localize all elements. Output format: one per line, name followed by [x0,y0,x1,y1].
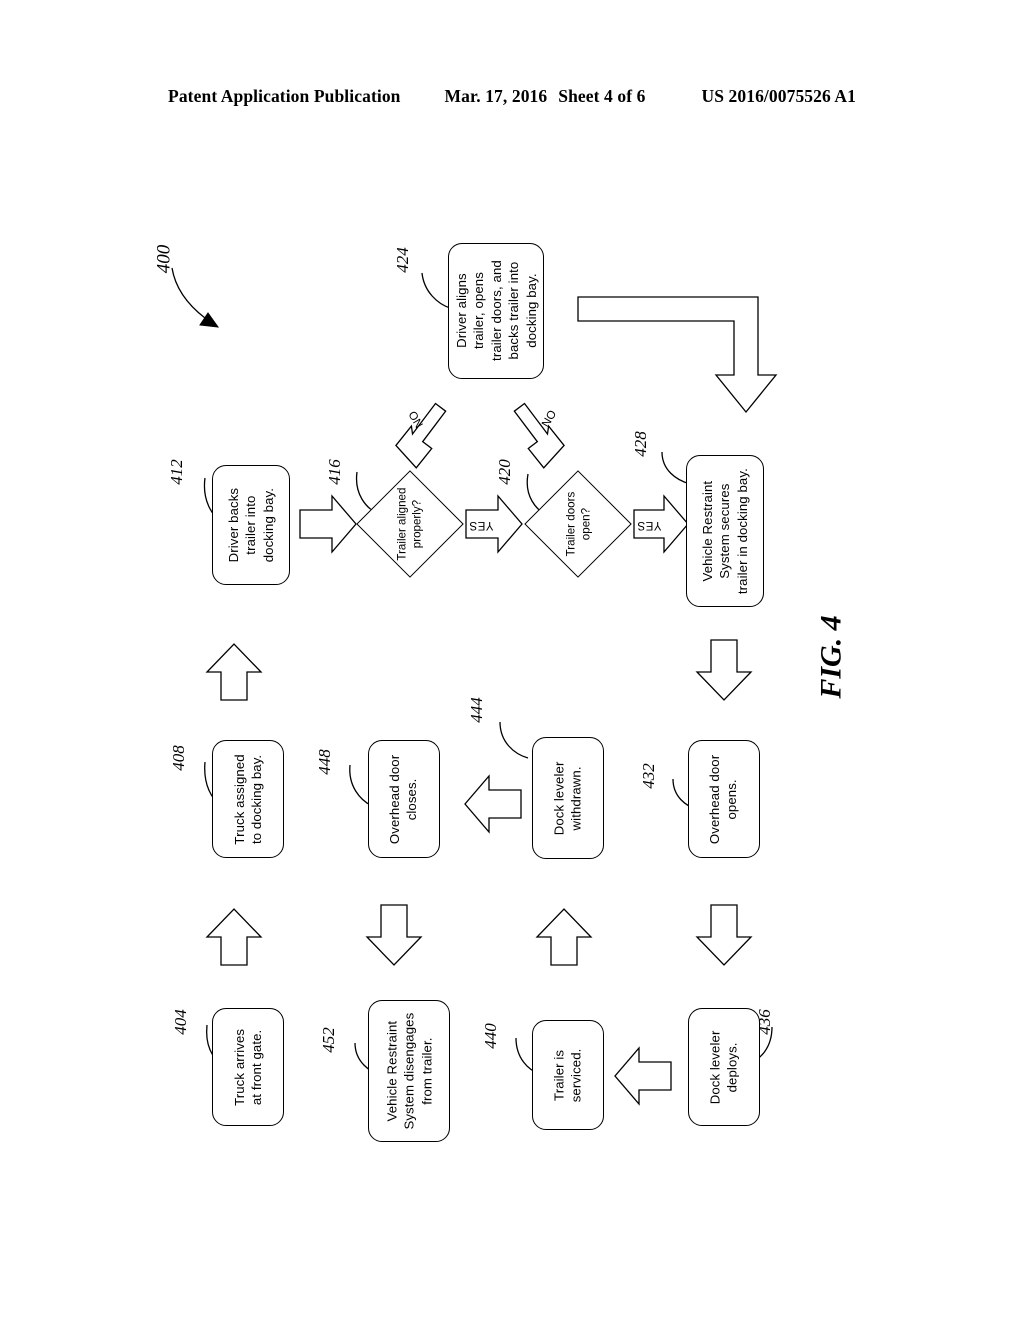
flowchart-connectors-layer [171,267,778,1106]
edge-label-no-2: NO [540,408,560,430]
process-node-440-label: Trailer is serviced. [551,1048,584,1102]
reference-number-436: 436 [754,1009,774,1035]
edge-label-yes-1: YES [469,519,494,531]
decision-node-420-label: Trailer doors open? [563,491,592,557]
process-node-404[interactable]: Truck arrives at front gate. [212,1008,284,1126]
arrow-no-420-to-424 [513,402,565,469]
leader-line-400 [171,267,206,319]
decision-node-420[interactable]: Trailer doors open? [524,470,632,578]
process-node-412-label: Driver backs trailer into docking bay. [225,487,276,563]
process-node-448-label: Overhead door closes. [387,754,420,844]
reference-number-432: 432 [638,763,658,789]
reference-number-428: 428 [630,431,650,457]
process-node-452[interactable]: Vehicle Restraint System disengages from… [368,1000,450,1142]
reference-number-452: 452 [318,1027,338,1053]
flowchart-diagram: Driver aligns trailer, opens trailer doo… [0,0,1024,1320]
arrow-404-to-408 [205,908,263,966]
reference-number-440: 440 [480,1023,500,1049]
decision-node-416[interactable]: Trailer aligned properly? [356,470,464,578]
arrow-436-to-440 [614,1046,672,1106]
arrow-432-to-436 [695,904,753,966]
process-node-444[interactable]: Dock leveler withdrawn. [532,737,604,859]
reference-number-424: 424 [392,247,412,273]
decision-node-416-label: Trailer aligned properly? [395,487,424,561]
reference-number-420: 420 [494,459,514,485]
process-node-408-label: Truck assigned to docking bay. [231,753,264,845]
process-node-444-label: Dock leveler withdrawn. [551,761,585,835]
reference-number-412: 412 [166,459,186,485]
leader-line-444 [499,721,529,759]
process-node-428-label: Vehicle Restraint System secures trailer… [699,468,750,594]
process-node-440[interactable]: Trailer is serviced. [532,1020,604,1130]
arrow-448-to-452 [365,904,423,966]
arrow-440-to-444 [535,908,593,966]
edge-label-no-1: NO [407,408,427,430]
arrow-408-to-412 [205,643,263,701]
process-node-424-label: Driver aligns trailer, opens trailer doo… [453,260,539,362]
process-node-412[interactable]: Driver backs trailer into docking bay. [212,465,290,585]
arrow-428-to-432 [695,639,753,701]
figure-caption: FIG. 4 [814,615,848,699]
reference-number-408: 408 [168,745,188,771]
process-node-432[interactable]: Overhead door opens. [688,740,760,858]
reference-number-404: 404 [170,1009,190,1035]
process-node-436-label: Dock leveler deploys. [707,1030,741,1104]
patent-figure-page: Patent Application Publication Mar. 17, … [0,0,1024,1320]
process-node-424[interactable]: Driver aligns trailer, opens trailer doo… [448,243,544,379]
process-node-448[interactable]: Overhead door closes. [368,740,440,858]
process-node-452-label: Vehicle Restraint System disengages from… [383,1012,434,1130]
arrow-424-to-428-elbow [577,296,778,414]
process-node-436[interactable]: Dock leveler deploys. [688,1008,760,1126]
reference-number-444: 444 [466,697,486,723]
process-node-408[interactable]: Truck assigned to docking bay. [212,740,284,858]
arrow-no-416-to-424 [395,402,447,469]
edge-label-yes-2: YES [637,519,662,531]
arrowhead-400 [199,312,220,328]
arrow-412-to-416 [299,494,357,554]
leader-line-424 [421,272,451,309]
process-node-404-label: Truck arrives at front gate. [231,1028,265,1106]
reference-number-416: 416 [324,459,344,485]
process-node-428[interactable]: Vehicle Restraint System secures trailer… [686,455,764,607]
reference-number-448: 448 [314,749,334,775]
reference-number-400: 400 [153,244,175,274]
arrow-444-to-448 [464,774,522,834]
process-node-432-label: Overhead door opens. [707,754,740,844]
